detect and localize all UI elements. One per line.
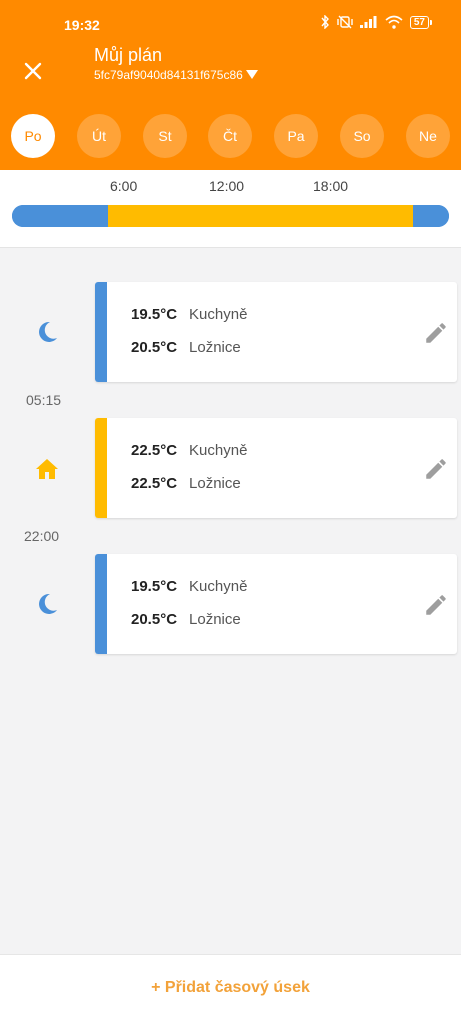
day-chip-čt[interactable]: Čt bbox=[208, 114, 252, 158]
dropdown-caret-icon bbox=[246, 70, 258, 79]
schedule-slot[interactable]: 19.5°C Kuchyně 20.5°C Ložnice bbox=[95, 554, 457, 654]
day-chip-ne[interactable]: Ne bbox=[406, 114, 450, 158]
timeline-tick: 12:00 bbox=[209, 178, 245, 194]
slot-zone: 22.5°C Ložnice bbox=[131, 475, 241, 492]
slot-color-stripe bbox=[95, 554, 107, 654]
day-chip-pa[interactable]: Pa bbox=[274, 114, 318, 158]
timeline-tick: 6:00 bbox=[110, 178, 138, 194]
zone-temperature: 19.5°C bbox=[131, 306, 178, 323]
moon-icon bbox=[39, 593, 57, 614]
zone-room: Ložnice bbox=[189, 611, 241, 628]
timeline-tick: 18:00 bbox=[313, 178, 349, 194]
footer-bar: + Přidat časový úsek bbox=[0, 954, 461, 1024]
day-chip-st[interactable]: St bbox=[143, 114, 187, 158]
close-button[interactable] bbox=[18, 56, 48, 86]
bluetooth-icon bbox=[321, 15, 329, 29]
zone-temperature: 22.5°C bbox=[131, 442, 178, 459]
zone-temperature: 19.5°C bbox=[131, 578, 178, 595]
slot-zone: 22.5°C Kuchyně bbox=[131, 442, 247, 459]
schedule-slot[interactable]: 19.5°C Kuchyně 20.5°C Ložnice bbox=[95, 282, 457, 382]
plan-selector[interactable]: 5fc79af9040d84131f675c86 bbox=[94, 68, 258, 82]
slot-zone: 20.5°C Ložnice bbox=[131, 611, 241, 628]
zone-room: Kuchyně bbox=[189, 578, 248, 595]
slot-color-stripe bbox=[95, 418, 107, 518]
day-timeline: 6:00 12:00 18:00 bbox=[0, 170, 461, 248]
signal-icon bbox=[359, 16, 377, 28]
status-bar: 19:32 57 bbox=[0, 0, 461, 40]
day-chip-so[interactable]: So bbox=[340, 114, 384, 158]
battery-indicator: 57 bbox=[409, 15, 433, 29]
vibrate-mute-icon bbox=[337, 15, 353, 29]
schedule-slot[interactable]: 22.5°C Kuchyně 22.5°C Ložnice bbox=[95, 418, 457, 518]
plan-id: 5fc79af9040d84131f675c86 bbox=[94, 68, 243, 82]
timeline-bar bbox=[12, 205, 449, 227]
page-title: Můj plán bbox=[94, 45, 163, 65]
zone-room: Ložnice bbox=[189, 339, 241, 356]
wifi-icon bbox=[385, 15, 403, 29]
slot-color-stripe bbox=[95, 282, 107, 382]
zone-room: Ložnice bbox=[189, 475, 241, 492]
slot-start-time: 05:15 bbox=[26, 392, 62, 408]
timeline-segment-night bbox=[412, 205, 449, 227]
zone-temperature: 20.5°C bbox=[131, 339, 178, 356]
timeline-segment-home bbox=[107, 205, 413, 227]
day-selector: Po Út St Čt Pa So Ne bbox=[0, 114, 461, 160]
edit-pencil-icon[interactable] bbox=[423, 320, 449, 346]
add-time-slot-button[interactable]: + Přidat časový úsek bbox=[0, 979, 461, 997]
day-chip-po[interactable]: Po bbox=[11, 114, 55, 158]
app-header: 19:32 57 Můj plán 5fc79af9040d84131f675c… bbox=[0, 0, 461, 170]
edit-pencil-icon[interactable] bbox=[423, 592, 449, 618]
status-icons: 57 bbox=[320, 15, 433, 29]
home-icon bbox=[36, 459, 58, 479]
slot-zone: 19.5°C Kuchyně bbox=[131, 578, 247, 595]
zone-room: Kuchyně bbox=[189, 306, 248, 323]
zone-room: Kuchyně bbox=[189, 442, 248, 459]
day-chip-út[interactable]: Út bbox=[77, 114, 121, 158]
slot-start-time: 22:00 bbox=[24, 528, 60, 544]
slot-zone: 19.5°C Kuchyně bbox=[131, 306, 247, 323]
timeline-segment-night bbox=[12, 205, 108, 227]
status-time: 19:32 bbox=[64, 17, 100, 33]
moon-icon bbox=[39, 321, 57, 342]
zone-temperature: 20.5°C bbox=[131, 611, 178, 628]
slot-zone: 20.5°C Ložnice bbox=[131, 339, 241, 356]
plan-title-block: Můj plán 5fc79af9040d84131f675c86 bbox=[94, 44, 258, 82]
edit-pencil-icon[interactable] bbox=[423, 456, 449, 482]
close-icon bbox=[24, 62, 42, 80]
zone-temperature: 22.5°C bbox=[131, 475, 178, 492]
